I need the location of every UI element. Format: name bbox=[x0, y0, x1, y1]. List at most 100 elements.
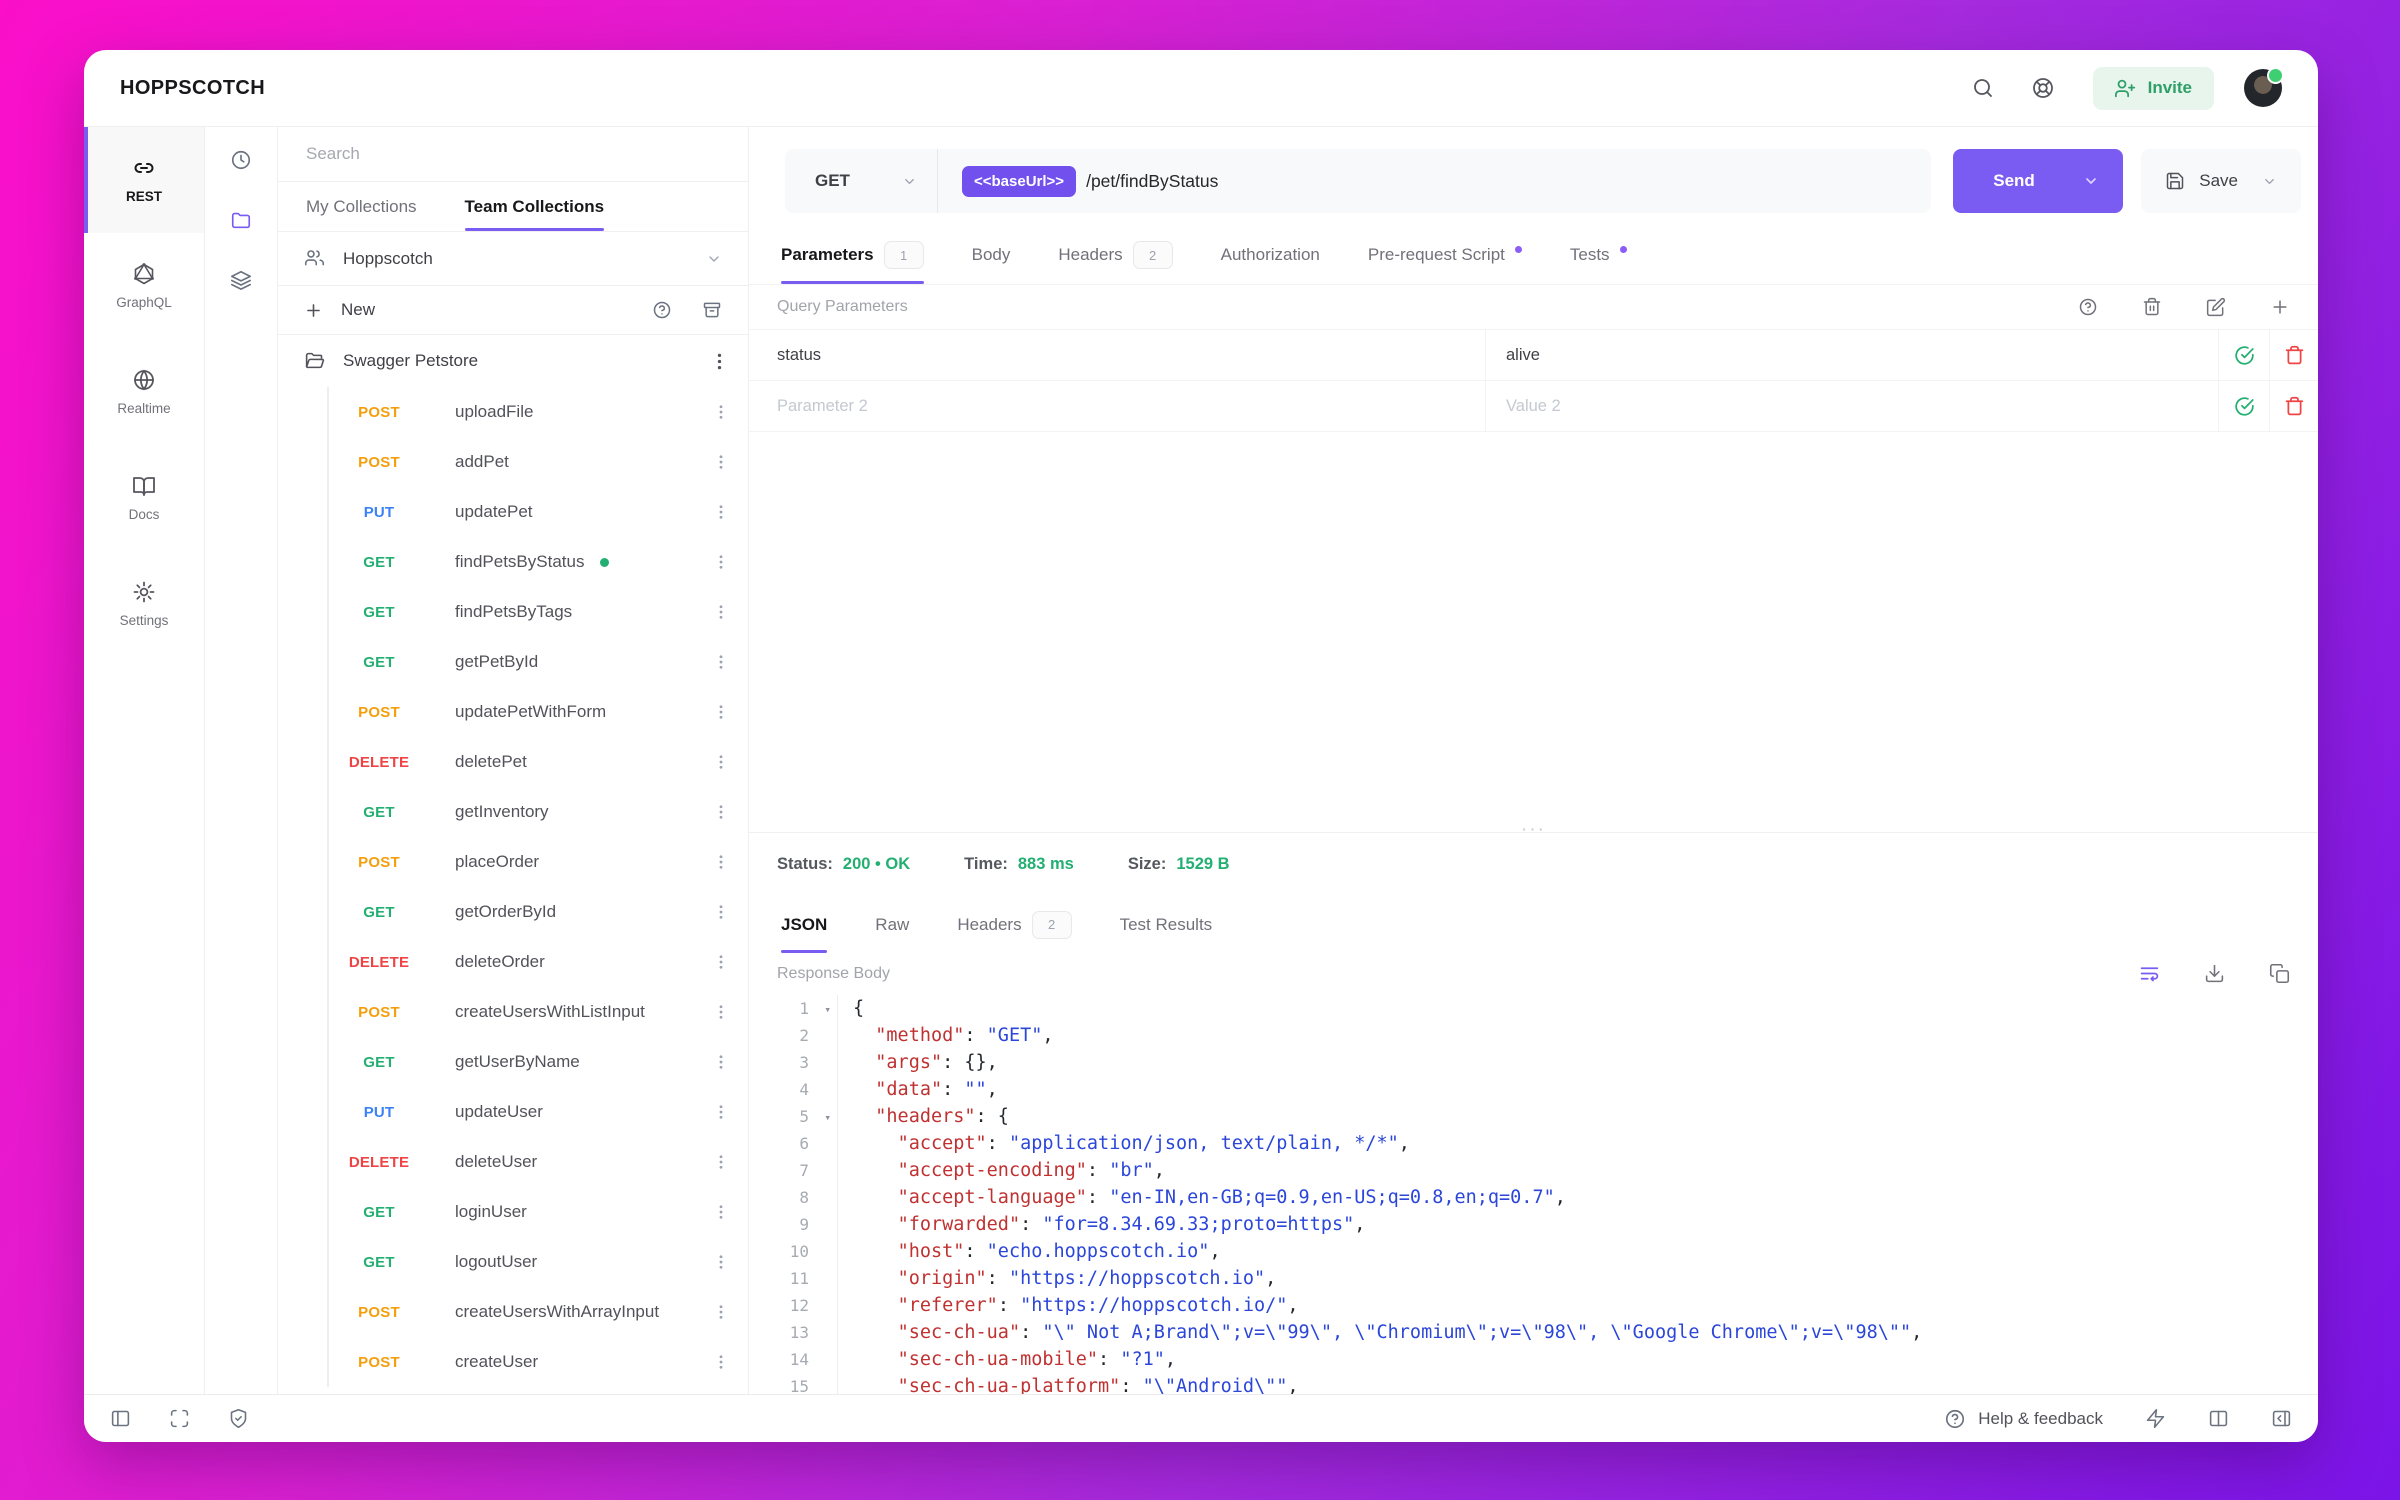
kebab-menu-icon[interactable] bbox=[712, 1203, 730, 1221]
param-active-toggle[interactable] bbox=[2234, 396, 2255, 417]
kebab-menu-icon[interactable] bbox=[712, 1353, 730, 1371]
collection-folder-clipped[interactable] bbox=[278, 1387, 748, 1394]
kebab-menu-icon[interactable] bbox=[709, 351, 730, 372]
request-tab-body[interactable]: Body bbox=[972, 226, 1011, 284]
wrap-lines-icon[interactable] bbox=[2139, 963, 2160, 984]
kebab-menu-icon[interactable] bbox=[712, 853, 730, 871]
new-collection-button[interactable]: New bbox=[304, 300, 375, 320]
edit-icon[interactable] bbox=[2206, 297, 2226, 317]
param-value-input[interactable]: alive bbox=[1485, 330, 2218, 380]
kebab-menu-icon[interactable] bbox=[712, 903, 730, 921]
archive-icon[interactable] bbox=[702, 300, 722, 320]
invite-button[interactable]: Invite bbox=[2092, 66, 2214, 110]
param-delete-button[interactable] bbox=[2284, 396, 2305, 417]
request-item-getorderbyid[interactable]: GET getOrderById bbox=[329, 887, 748, 937]
url-input[interactable]: <<baseUrl>> /pet/findByStatus bbox=[938, 149, 1932, 213]
response-tab-test-results[interactable]: Test Results bbox=[1120, 897, 1213, 953]
sidebar-item-settings[interactable]: Settings bbox=[84, 551, 204, 657]
request-item-uploadfile[interactable]: POST uploadFile bbox=[329, 387, 748, 437]
fold-arrow-icon[interactable]: ▾ bbox=[824, 996, 831, 1023]
request-item-addpet[interactable]: POST addPet bbox=[329, 437, 748, 487]
request-item-findpetsbytags[interactable]: GET findPetsByTags bbox=[329, 587, 748, 637]
request-item-updateuser[interactable]: PUT updateUser bbox=[329, 1087, 748, 1137]
param-key-input[interactable]: Parameter 2 bbox=[749, 381, 1485, 431]
param-delete-button[interactable] bbox=[2284, 345, 2305, 366]
kebab-menu-icon[interactable] bbox=[712, 703, 730, 721]
fold-arrow-icon[interactable]: ▾ bbox=[824, 1104, 831, 1131]
request-item-getuserbyname[interactable]: GET getUserByName bbox=[329, 1037, 748, 1087]
request-tab-pre-request-script[interactable]: Pre-request Script bbox=[1368, 226, 1522, 284]
request-item-getpetbyid[interactable]: GET getPetById bbox=[329, 637, 748, 687]
team-selector[interactable]: Hoppscotch bbox=[278, 232, 748, 286]
param-value-input[interactable]: Value 2 bbox=[1485, 381, 2218, 431]
search-button[interactable] bbox=[1971, 76, 1995, 100]
kebab-menu-icon[interactable] bbox=[712, 553, 730, 571]
collapse-right-panel-icon[interactable] bbox=[2271, 1408, 2292, 1429]
fullscreen-icon[interactable] bbox=[169, 1408, 190, 1429]
kebab-menu-icon[interactable] bbox=[712, 653, 730, 671]
kebab-menu-icon[interactable] bbox=[712, 1053, 730, 1071]
columns-layout-icon[interactable] bbox=[2208, 1408, 2229, 1429]
help-feedback-button[interactable]: Help & feedback bbox=[1944, 1408, 2103, 1430]
request-item-logoutuser[interactable]: GET logoutUser bbox=[329, 1237, 748, 1287]
param-active-toggle[interactable] bbox=[2234, 345, 2255, 366]
request-tab-parameters[interactable]: Parameters 1 bbox=[781, 226, 924, 284]
help-circle-icon[interactable] bbox=[652, 300, 672, 320]
avatar[interactable] bbox=[2244, 67, 2284, 107]
kebab-menu-icon[interactable] bbox=[712, 753, 730, 771]
response-tab-raw[interactable]: Raw bbox=[875, 897, 909, 953]
kebab-menu-icon[interactable] bbox=[712, 1253, 730, 1271]
kebab-menu-icon[interactable] bbox=[712, 403, 730, 421]
request-item-updatepetwithform[interactable]: POST updatePetWithForm bbox=[329, 687, 748, 737]
delete-all-icon[interactable] bbox=[2142, 297, 2162, 317]
response-body-code[interactable]: 1 ▾{2 "method": "GET", 3 "args": {}, 4 "dat… bbox=[749, 994, 2318, 1394]
kebab-menu-icon[interactable] bbox=[712, 1303, 730, 1321]
kebab-menu-icon[interactable] bbox=[712, 603, 730, 621]
request-item-placeorder[interactable]: POST placeOrder bbox=[329, 837, 748, 887]
kebab-menu-icon[interactable] bbox=[712, 1153, 730, 1171]
request-tab-tests[interactable]: Tests bbox=[1570, 226, 1627, 284]
save-button[interactable]: Save bbox=[2141, 149, 2301, 213]
collections-tab-my-collections[interactable]: My Collections bbox=[306, 182, 417, 231]
shortcuts-bolt-icon[interactable] bbox=[2145, 1408, 2166, 1429]
request-tab-authorization[interactable]: Authorization bbox=[1221, 226, 1320, 284]
request-item-createuserswitharrayinput[interactable]: POST createUsersWithArrayInput bbox=[329, 1287, 748, 1337]
toggle-sidebar-icon[interactable] bbox=[110, 1408, 131, 1429]
kebab-menu-icon[interactable] bbox=[712, 803, 730, 821]
method-select[interactable]: GET bbox=[785, 149, 937, 213]
sidebar-item-realtime[interactable]: Realtime bbox=[84, 339, 204, 445]
history-tab-clock-icon[interactable] bbox=[230, 149, 252, 171]
request-item-getinventory[interactable]: GET getInventory bbox=[329, 787, 748, 837]
send-button[interactable]: Send bbox=[1953, 149, 2124, 213]
kebab-menu-icon[interactable] bbox=[712, 1103, 730, 1121]
response-tab-headers[interactable]: Headers 2 bbox=[957, 897, 1072, 953]
collections-tab-team-collections[interactable]: Team Collections bbox=[464, 182, 604, 231]
request-item-createuserswithlistinput[interactable]: POST createUsersWithListInput bbox=[329, 987, 748, 1037]
shield-check-icon[interactable] bbox=[228, 1408, 249, 1429]
response-tab-json[interactable]: JSON bbox=[781, 897, 828, 953]
request-item-loginuser[interactable]: GET loginUser bbox=[329, 1187, 748, 1237]
request-tab-headers[interactable]: Headers 2 bbox=[1058, 226, 1173, 284]
collections-tab-folder-icon[interactable] bbox=[230, 209, 252, 231]
sidebar-item-rest[interactable]: REST bbox=[84, 127, 204, 233]
sidebar-item-docs[interactable]: Docs bbox=[84, 445, 204, 551]
add-param-icon[interactable] bbox=[2270, 297, 2290, 317]
kebab-menu-icon[interactable] bbox=[712, 453, 730, 471]
kebab-menu-icon[interactable] bbox=[712, 1003, 730, 1021]
param-key-input[interactable]: status bbox=[749, 330, 1485, 380]
collections-search-input[interactable] bbox=[304, 143, 722, 165]
collection-folder[interactable]: Swagger Petstore bbox=[278, 335, 748, 387]
support-button[interactable] bbox=[2031, 76, 2055, 100]
environments-tab-layers-icon[interactable] bbox=[230, 269, 252, 291]
sidebar-item-graphql[interactable]: GraphQL bbox=[84, 233, 204, 339]
pane-resize-handle[interactable]: ··· bbox=[749, 819, 2318, 840]
kebab-menu-icon[interactable] bbox=[712, 953, 730, 971]
request-item-deleteuser[interactable]: DELETE deleteUser bbox=[329, 1137, 748, 1187]
kebab-menu-icon[interactable] bbox=[712, 503, 730, 521]
request-item-deleteorder[interactable]: DELETE deleteOrder bbox=[329, 937, 748, 987]
copy-icon[interactable] bbox=[2269, 963, 2290, 984]
request-item-deletepet[interactable]: DELETE deletePet bbox=[329, 737, 748, 787]
baseurl-variable-pill[interactable]: <<baseUrl>> bbox=[962, 165, 1077, 197]
request-item-createuser[interactable]: POST createUser bbox=[329, 1337, 748, 1387]
request-item-findpetsbystatus[interactable]: GET findPetsByStatus bbox=[329, 537, 748, 587]
